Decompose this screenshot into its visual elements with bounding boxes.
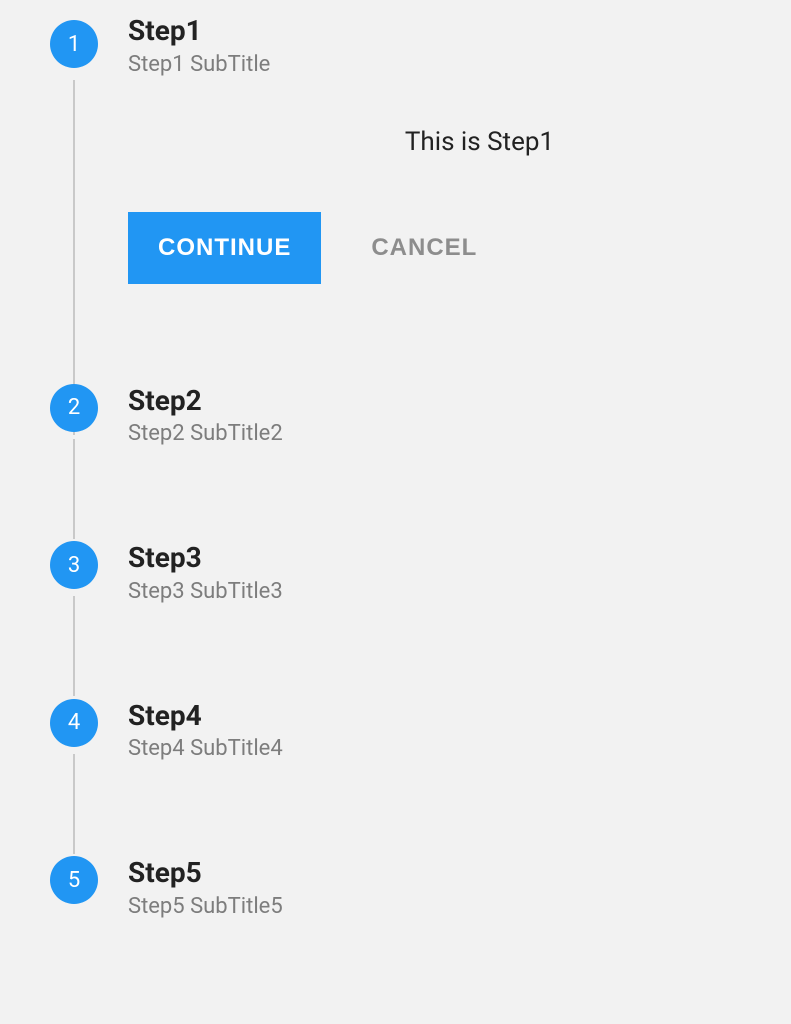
connector-2-3 [73,439,75,539]
step-2-number-icon: 2 [50,384,98,432]
connector-1-2 [73,80,75,435]
step-1-content-area: This is Step1 CONTINUE CANCEL [128,127,741,284]
spacer [50,446,741,541]
step-3-title: Step3 [128,541,283,575]
continue-button[interactable]: CONTINUE [128,212,321,284]
step-1[interactable]: 1 Step1 Step1 SubTitle [50,20,741,77]
step-2-number: 2 [68,395,80,420]
step-1-title: Step1 [128,14,270,48]
step-5-number-icon: 5 [50,856,98,904]
step-3[interactable]: 3 Step3 Step3 SubTitle3 [50,541,741,604]
connector-3-4 [73,596,75,696]
step-3-number: 3 [68,553,80,578]
step-1-content-text: This is Step1 [218,127,741,157]
step-2-subtitle: Step2 SubTitle2 [128,421,283,446]
step-1-number: 1 [68,32,80,57]
step-5-title: Step5 [128,856,283,890]
step-5-subtitle: Step5 SubTitle5 [128,894,283,919]
cancel-button[interactable]: CANCEL [361,212,487,284]
step-5-number: 5 [68,868,80,893]
step-1-button-row: CONTINUE CANCEL [128,212,741,284]
step-1-labels: Step1 Step1 SubTitle [128,14,270,77]
step-5[interactable]: 5 Step5 Step5 SubTitle5 [50,856,741,919]
step-5-labels: Step5 Step5 SubTitle5 [128,856,283,919]
step-4-subtitle: Step4 SubTitle4 [128,736,283,761]
step-3-number-icon: 3 [50,541,98,589]
vertical-stepper: 1 Step1 Step1 SubTitle This is Step1 CON… [50,20,741,919]
step-4-number-icon: 4 [50,699,98,747]
step-4-number: 4 [68,710,80,735]
step-3-labels: Step3 Step3 SubTitle3 [128,541,283,604]
spacer [50,284,741,384]
step-2-labels: Step2 Step2 SubTitle2 [128,384,283,447]
connector-4-5 [73,754,75,854]
step-1-number-icon: 1 [50,20,98,68]
step-3-subtitle: Step3 SubTitle3 [128,579,283,604]
step-2-title: Step2 [128,384,283,418]
step-4-labels: Step4 Step4 SubTitle4 [128,699,283,762]
step-4[interactable]: 4 Step4 Step4 SubTitle4 [50,699,741,762]
step-2[interactable]: 2 Step2 Step2 SubTitle2 [50,384,741,447]
step-4-title: Step4 [128,699,283,733]
spacer [50,604,741,699]
step-1-subtitle: Step1 SubTitle [128,52,270,77]
spacer [50,761,741,856]
